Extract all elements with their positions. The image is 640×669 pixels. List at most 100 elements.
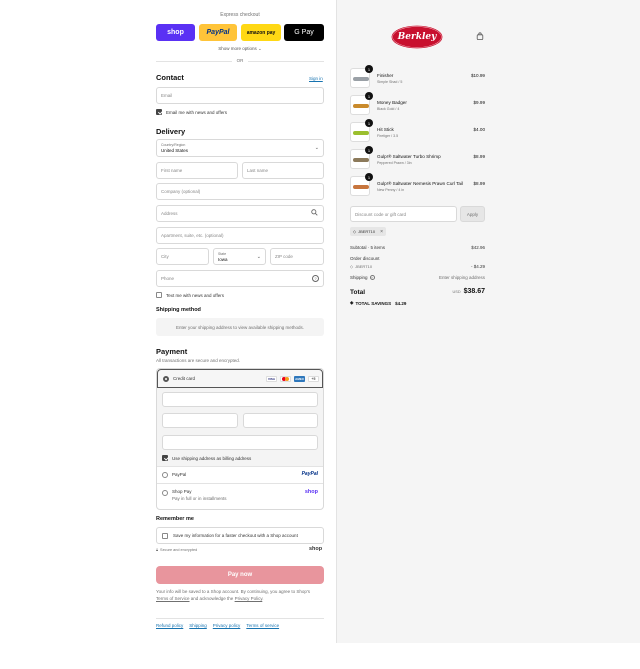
card-security-code-field[interactable] bbox=[243, 413, 318, 428]
help-icon[interactable]: ? bbox=[369, 275, 375, 280]
product-variant: Simple Shad / 5 bbox=[377, 80, 403, 84]
credit-card-option[interactable]: Credit card VISA AMEX +5 bbox=[157, 369, 323, 388]
checkout-main: Express checkout shop PayPal amazon pay … bbox=[0, 0, 336, 669]
lock-icon: 🔒︎ bbox=[156, 548, 159, 552]
privacy-policy-link[interactable]: Privacy policy bbox=[213, 623, 241, 628]
legal-and: and acknowledge the bbox=[190, 595, 234, 601]
last-name-field[interactable]: Last name bbox=[242, 162, 324, 179]
phone-field[interactable]: Phone ? bbox=[156, 270, 324, 287]
remember-me-label: Save my information for a faster checkou… bbox=[173, 533, 298, 538]
sign-in-link[interactable]: Sign in bbox=[309, 76, 323, 81]
payment-heading: Payment bbox=[156, 347, 188, 356]
shop-pay-sublabel: Pay in full or in installments bbox=[172, 496, 227, 501]
country-select[interactable]: Country/Region United States ⌄ bbox=[156, 139, 324, 157]
product-thumbnail: 1 bbox=[350, 119, 373, 142]
text-news-checkbox[interactable]: Text me with news and offers bbox=[156, 292, 224, 298]
payment-methods-panel: Credit card VISA AMEX +5 Use shipping ad… bbox=[156, 368, 324, 510]
tag-icon: ◇ bbox=[350, 264, 354, 269]
text-news-label: Text me with news and offers bbox=[166, 292, 224, 298]
last-name-placeholder: Last name bbox=[247, 168, 269, 173]
store-logo[interactable]: Berkley bbox=[391, 24, 443, 50]
chevron-down-icon: ⌄ bbox=[258, 46, 262, 51]
or-separator: OR bbox=[232, 58, 248, 63]
amazon-pay-button[interactable]: amazon pay bbox=[241, 24, 281, 41]
total-value: $38.67 bbox=[463, 288, 485, 295]
discount-code-field[interactable]: Discount code or gift card bbox=[350, 206, 457, 222]
apartment-field[interactable]: Apartment, suite, etc. (optional) bbox=[156, 227, 324, 244]
billing-same-checkbox[interactable]: Use shipping address as billing address bbox=[162, 455, 251, 461]
city-field[interactable]: City bbox=[156, 248, 209, 265]
terms-link[interactable]: Terms of Service bbox=[156, 596, 190, 601]
product-price: $8.99 bbox=[473, 181, 486, 186]
discount-placeholder: Discount code or gift card bbox=[355, 211, 407, 217]
zip-placeholder: ZIP code bbox=[275, 254, 293, 259]
company-field[interactable]: Company (optional) bbox=[156, 183, 324, 200]
product-price: $9.99 bbox=[473, 100, 486, 105]
visa-icon: VISA bbox=[266, 376, 277, 382]
card-name-field[interactable] bbox=[162, 435, 318, 450]
quantity-badge: 1 bbox=[365, 119, 373, 127]
paypal-button[interactable]: PayPal bbox=[199, 24, 237, 41]
paypal-option[interactable]: PayPal PayPal bbox=[157, 466, 323, 483]
card-expiry-field[interactable] bbox=[162, 413, 238, 428]
product-name: Gulp!® Saltwater Nemesis Prawn Curl Tail bbox=[377, 181, 464, 186]
pay-now-button[interactable]: Pay now bbox=[156, 566, 324, 584]
lure-image bbox=[353, 131, 369, 135]
zip-field[interactable]: ZIP code bbox=[270, 248, 324, 265]
remember-me-checkbox[interactable]: Save my information for a faster checkou… bbox=[156, 527, 324, 544]
company-placeholder: Company (optional) bbox=[161, 189, 201, 194]
product-thumbnail: 1 bbox=[350, 173, 373, 196]
show-more-options-link[interactable]: Show more options ⌄ bbox=[156, 46, 324, 52]
shipping-method-heading: Shipping method bbox=[156, 307, 201, 313]
savings-label: TOTAL SAVINGS bbox=[355, 300, 392, 306]
first-name-field[interactable]: First name bbox=[156, 162, 238, 179]
chevron-down-icon: ⌄ bbox=[256, 254, 261, 260]
address-field[interactable]: Address bbox=[156, 205, 324, 222]
shipping-method-message: Enter your shipping address to view avai… bbox=[156, 318, 324, 336]
shop-pay-option[interactable]: Shop Pay Pay in full or in installments … bbox=[157, 483, 323, 509]
checkbox-icon bbox=[162, 532, 168, 539]
apply-button[interactable]: Apply bbox=[460, 206, 485, 222]
remove-icon[interactable]: × bbox=[380, 229, 383, 235]
email-news-checkbox[interactable]: Email me with news and offers bbox=[156, 109, 227, 115]
google-pay-button[interactable]: G Pay bbox=[284, 24, 324, 41]
cart-item: 1 Gulp!® Saltwater Turbo Shrimp Peppered P… bbox=[350, 146, 486, 171]
product-thumbnail: 1 bbox=[350, 65, 373, 88]
shipping-policy-link[interactable]: Shipping bbox=[189, 623, 207, 628]
help-icon[interactable]: ? bbox=[312, 275, 319, 282]
more-cards-badge: +5 bbox=[308, 376, 319, 382]
credit-card-label: Credit card bbox=[173, 376, 196, 381]
footer-divider bbox=[156, 618, 324, 619]
cart-item: 1 Hit Stick Firetiger / 3.5 $4.00 bbox=[350, 119, 486, 144]
card-form: Use shipping address as billing address bbox=[157, 388, 323, 466]
mastercard-icon bbox=[280, 376, 291, 382]
email-field[interactable]: Email bbox=[156, 87, 324, 104]
product-name: Money Badger bbox=[377, 100, 407, 105]
product-price: $8.99 bbox=[473, 154, 486, 159]
lure-image bbox=[353, 77, 369, 81]
terms-of-service-link[interactable]: Terms of service bbox=[246, 623, 279, 628]
shipping-label: Shipping bbox=[350, 275, 368, 280]
country-value: United States bbox=[161, 148, 189, 153]
delivery-heading: Delivery bbox=[156, 127, 186, 136]
order-discount-value: - $4.29 bbox=[470, 264, 485, 269]
refund-policy-link[interactable]: Refund policy bbox=[156, 623, 183, 628]
card-number-field[interactable] bbox=[162, 392, 318, 407]
secure-label: Secure and encrypted bbox=[160, 548, 198, 552]
legal-text: Your info will be saved to a Shop accoun… bbox=[156, 589, 324, 602]
state-label: State bbox=[218, 251, 227, 256]
lure-image bbox=[353, 185, 369, 189]
privacy-link[interactable]: Privacy Policy bbox=[235, 596, 263, 601]
bag-icon[interactable] bbox=[476, 32, 484, 42]
quantity-badge: 1 bbox=[365, 92, 373, 100]
amex-icon: AMEX bbox=[294, 376, 305, 382]
state-select[interactable]: State Iowa ⌄ bbox=[213, 248, 266, 265]
product-variant: Black Gold / 4 bbox=[377, 107, 400, 111]
quantity-badge: 1 bbox=[365, 65, 373, 73]
subtotal-value: $42.96 bbox=[471, 245, 485, 250]
phone-placeholder: Phone bbox=[161, 276, 175, 281]
shop-pay-button[interactable]: shop bbox=[156, 24, 195, 41]
product-price: $4.00 bbox=[473, 127, 486, 132]
cart-item: 1 Gulp!® Saltwater Nemesis Prawn Curl Tai… bbox=[350, 173, 486, 198]
email-placeholder: Email bbox=[161, 93, 173, 98]
